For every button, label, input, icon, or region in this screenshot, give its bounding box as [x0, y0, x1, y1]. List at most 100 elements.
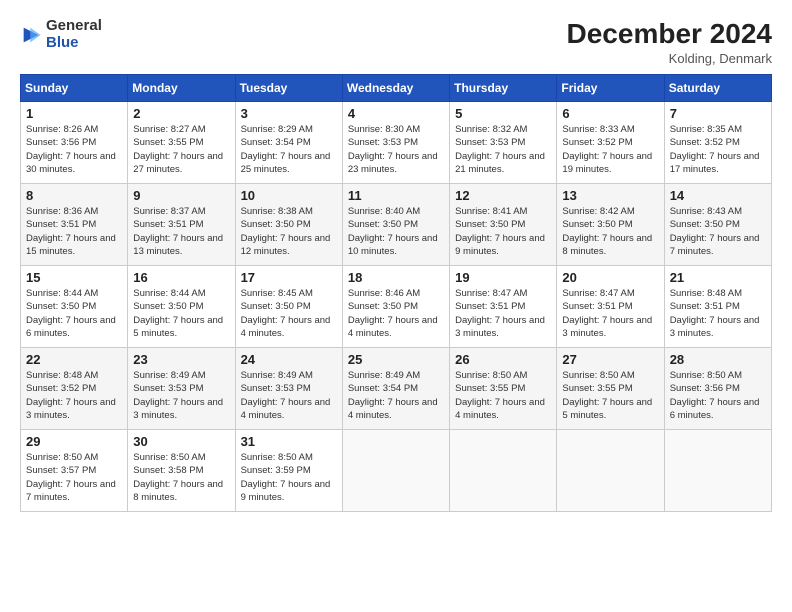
day-number: 6: [562, 106, 658, 121]
calendar-cell: 26Sunrise: 8:50 AMSunset: 3:55 PMDayligh…: [450, 348, 557, 430]
calendar-cell: 4 Sunrise: 8:30 AMSunset: 3:53 PMDaylight…: [342, 102, 449, 184]
header: General Blue December 2024 Kolding, Denm…: [20, 18, 772, 66]
day-info: Sunrise: 8:47 AMSunset: 3:51 PMDaylight:…: [455, 287, 551, 340]
day-number: 29: [26, 434, 122, 449]
day-number: 21: [670, 270, 766, 285]
day-number: 11: [348, 188, 444, 203]
day-info: Sunrise: 8:46 AMSunset: 3:50 PMDaylight:…: [348, 287, 444, 340]
calendar-cell: 23Sunrise: 8:49 AMSunset: 3:53 PMDayligh…: [128, 348, 235, 430]
calendar-cell: 13Sunrise: 8:42 AMSunset: 3:50 PMDayligh…: [557, 184, 664, 266]
calendar-body: 1Sunrise: 8:26 AMSunset: 3:56 PMDaylight…: [21, 102, 772, 512]
weekday-header-row: SundayMondayTuesdayWednesdayThursdayFrid…: [21, 75, 772, 102]
day-number: 3: [241, 106, 337, 121]
calendar-cell: 10Sunrise: 8:38 AMSunset: 3:50 PMDayligh…: [235, 184, 342, 266]
day-number: 18: [348, 270, 444, 285]
calendar-cell: 11 Sunrise: 8:40 AMSunset: 3:50 PMDayligh…: [342, 184, 449, 266]
calendar-cell: 3 Sunrise: 8:29 AMSunset: 3:54 PMDaylight…: [235, 102, 342, 184]
day-number: 12: [455, 188, 551, 203]
day-info: Sunrise: 8:47 AMSunset: 3:51 PMDaylight:…: [562, 287, 658, 340]
calendar-cell: 30 Sunrise: 8:50 AMSunset: 3:58 PMDayligh…: [128, 430, 235, 512]
day-number: 19: [455, 270, 551, 285]
day-info: Sunrise: 8:30 AMSunset: 3:53 PMDaylight:…: [348, 123, 444, 176]
day-info: Sunrise: 8:29 AMSunset: 3:54 PMDaylight:…: [241, 123, 337, 176]
day-number: 22: [26, 352, 122, 367]
calendar-cell: 19 Sunrise: 8:47 AMSunset: 3:51 PMDayligh…: [450, 266, 557, 348]
logo-icon: [20, 24, 42, 46]
calendar-cell: 6 Sunrise: 8:33 AMSunset: 3:52 PMDaylight…: [557, 102, 664, 184]
day-info: Sunrise: 8:50 AMSunset: 3:57 PMDaylight:…: [26, 451, 122, 504]
weekday-header-tuesday: Tuesday: [235, 75, 342, 102]
day-info: Sunrise: 8:37 AMSunset: 3:51 PMDaylight:…: [133, 205, 229, 258]
day-info: Sunrise: 8:49 AMSunset: 3:54 PMDaylight:…: [348, 369, 444, 422]
day-info: Sunrise: 8:50 AMSunset: 3:56 PMDaylight:…: [670, 369, 766, 422]
calendar-cell: 8 Sunrise: 8:36 AMSunset: 3:51 PMDaylight…: [21, 184, 128, 266]
day-info: Sunrise: 8:48 AMSunset: 3:52 PMDaylight:…: [26, 369, 122, 422]
day-info: Sunrise: 8:50 AMSunset: 3:55 PMDaylight:…: [562, 369, 658, 422]
calendar-cell: 22 Sunrise: 8:48 AMSunset: 3:52 PMDayligh…: [21, 348, 128, 430]
calendar-week-4: 22 Sunrise: 8:48 AMSunset: 3:52 PMDayligh…: [21, 348, 772, 430]
logo-text: General Blue: [46, 18, 102, 51]
day-number: 9: [133, 188, 229, 203]
day-number: 30: [133, 434, 229, 449]
day-info: Sunrise: 8:50 AMSunset: 3:58 PMDaylight:…: [133, 451, 229, 504]
calendar-cell: 7 Sunrise: 8:35 AMSunset: 3:52 PMDaylight…: [664, 102, 771, 184]
calendar-cell: [557, 430, 664, 512]
day-number: 7: [670, 106, 766, 121]
day-number: 23: [133, 352, 229, 367]
calendar-cell: 20Sunrise: 8:47 AMSunset: 3:51 PMDayligh…: [557, 266, 664, 348]
day-info: Sunrise: 8:48 AMSunset: 3:51 PMDaylight:…: [670, 287, 766, 340]
calendar-table: SundayMondayTuesdayWednesdayThursdayFrid…: [20, 74, 772, 512]
calendar-cell: 29 Sunrise: 8:50 AMSunset: 3:57 PMDayligh…: [21, 430, 128, 512]
day-info: Sunrise: 8:32 AMSunset: 3:53 PMDaylight:…: [455, 123, 551, 176]
calendar-cell: [664, 430, 771, 512]
day-number: 16: [133, 270, 229, 285]
location-subtitle: Kolding, Denmark: [567, 51, 772, 66]
calendar-week-1: 1Sunrise: 8:26 AMSunset: 3:56 PMDaylight…: [21, 102, 772, 184]
day-info: Sunrise: 8:45 AMSunset: 3:50 PMDaylight:…: [241, 287, 337, 340]
day-info: Sunrise: 8:35 AMSunset: 3:52 PMDaylight:…: [670, 123, 766, 176]
day-number: 5: [455, 106, 551, 121]
calendar-week-2: 8 Sunrise: 8:36 AMSunset: 3:51 PMDaylight…: [21, 184, 772, 266]
day-info: Sunrise: 8:26 AMSunset: 3:56 PMDaylight:…: [26, 123, 122, 176]
calendar-cell: [450, 430, 557, 512]
day-info: Sunrise: 8:43 AMSunset: 3:50 PMDaylight:…: [670, 205, 766, 258]
calendar-cell: 5 Sunrise: 8:32 AMSunset: 3:53 PMDaylight…: [450, 102, 557, 184]
day-number: 2: [133, 106, 229, 121]
weekday-header-friday: Friday: [557, 75, 664, 102]
day-number: 26: [455, 352, 551, 367]
logo: General Blue: [20, 18, 102, 51]
weekday-header-saturday: Saturday: [664, 75, 771, 102]
calendar-cell: [342, 430, 449, 512]
weekday-header-thursday: Thursday: [450, 75, 557, 102]
day-info: Sunrise: 8:33 AMSunset: 3:52 PMDaylight:…: [562, 123, 658, 176]
day-number: 28: [670, 352, 766, 367]
calendar-cell: 1Sunrise: 8:26 AMSunset: 3:56 PMDaylight…: [21, 102, 128, 184]
day-number: 8: [26, 188, 122, 203]
month-title: December 2024: [567, 18, 772, 50]
day-number: 25: [348, 352, 444, 367]
day-info: Sunrise: 8:36 AMSunset: 3:51 PMDaylight:…: [26, 205, 122, 258]
day-number: 27: [562, 352, 658, 367]
day-info: Sunrise: 8:27 AMSunset: 3:55 PMDaylight:…: [133, 123, 229, 176]
calendar-week-3: 15Sunrise: 8:44 AMSunset: 3:50 PMDayligh…: [21, 266, 772, 348]
calendar-cell: 17Sunrise: 8:45 AMSunset: 3:50 PMDayligh…: [235, 266, 342, 348]
calendar-week-5: 29 Sunrise: 8:50 AMSunset: 3:57 PMDayligh…: [21, 430, 772, 512]
day-number: 10: [241, 188, 337, 203]
day-info: Sunrise: 8:40 AMSunset: 3:50 PMDaylight:…: [348, 205, 444, 258]
calendar-cell: 15Sunrise: 8:44 AMSunset: 3:50 PMDayligh…: [21, 266, 128, 348]
calendar-cell: 16 Sunrise: 8:44 AMSunset: 3:50 PMDayligh…: [128, 266, 235, 348]
day-number: 13: [562, 188, 658, 203]
calendar-cell: 27 Sunrise: 8:50 AMSunset: 3:55 PMDayligh…: [557, 348, 664, 430]
calendar-cell: 28 Sunrise: 8:50 AMSunset: 3:56 PMDayligh…: [664, 348, 771, 430]
day-info: Sunrise: 8:50 AMSunset: 3:59 PMDaylight:…: [241, 451, 337, 504]
weekday-header-sunday: Sunday: [21, 75, 128, 102]
day-number: 24: [241, 352, 337, 367]
day-info: Sunrise: 8:44 AMSunset: 3:50 PMDaylight:…: [26, 287, 122, 340]
page: General Blue December 2024 Kolding, Denm…: [0, 0, 792, 612]
weekday-header-monday: Monday: [128, 75, 235, 102]
day-info: Sunrise: 8:44 AMSunset: 3:50 PMDaylight:…: [133, 287, 229, 340]
day-number: 31: [241, 434, 337, 449]
calendar-cell: 31 Sunrise: 8:50 AMSunset: 3:59 PMDayligh…: [235, 430, 342, 512]
calendar-cell: 25 Sunrise: 8:49 AMSunset: 3:54 PMDayligh…: [342, 348, 449, 430]
day-number: 4: [348, 106, 444, 121]
